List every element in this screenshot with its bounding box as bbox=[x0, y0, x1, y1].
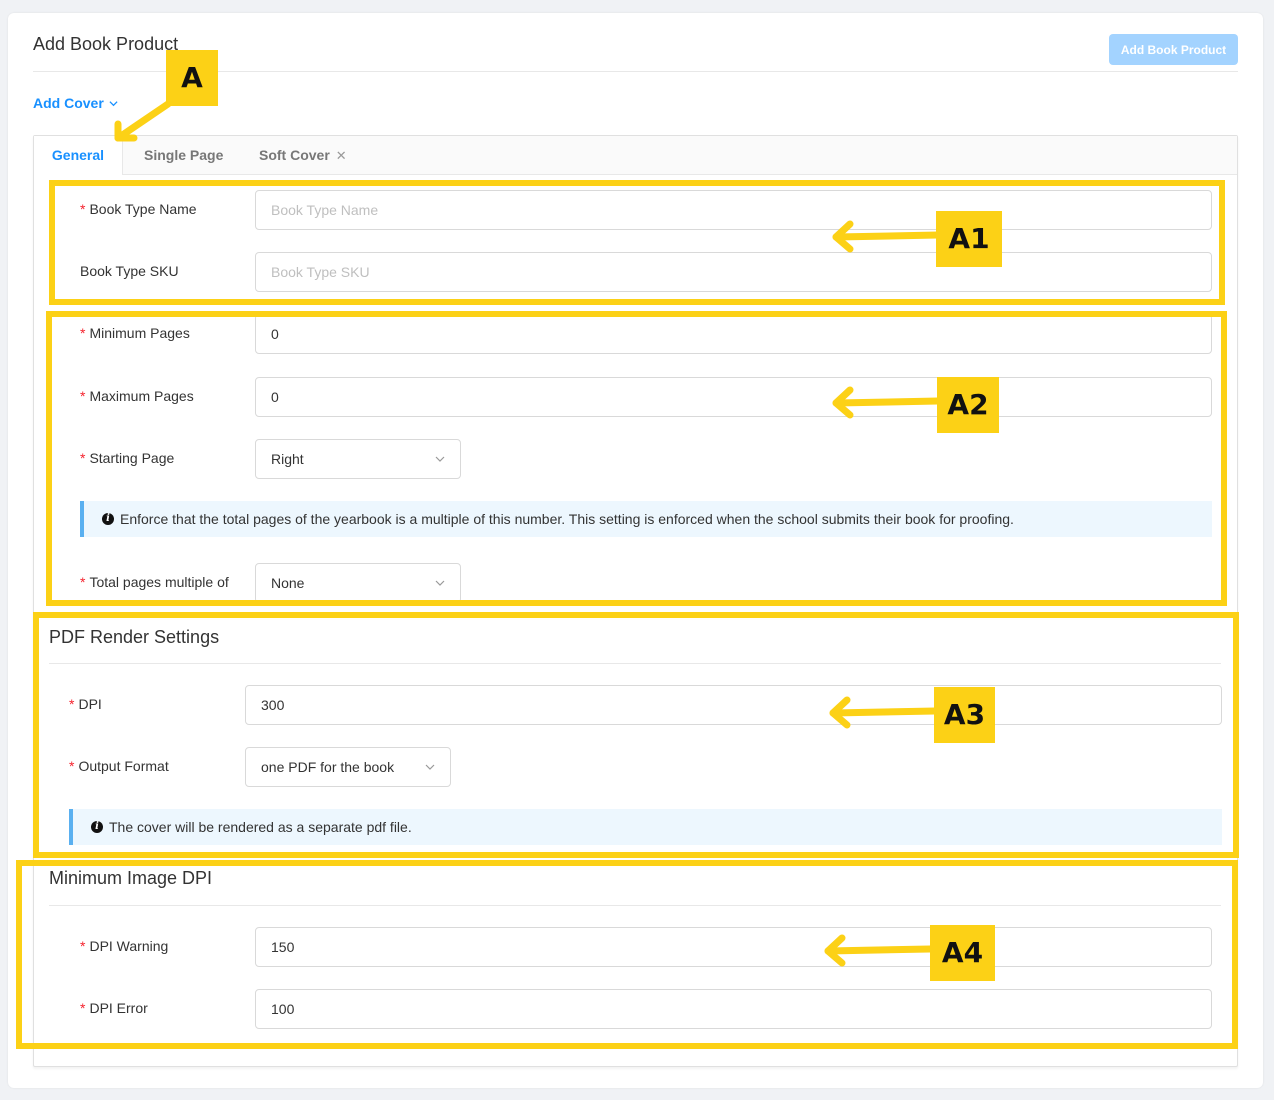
add-book-product-button[interactable]: Add Book Product bbox=[1109, 34, 1238, 65]
highlight-box-a2 bbox=[46, 311, 1227, 606]
tab-label: Soft Cover bbox=[259, 147, 330, 163]
tab-bar: General Single Page Soft Cover ✕ bbox=[34, 136, 1237, 175]
tab-label: General bbox=[51, 147, 105, 163]
page-title: Add Book Product bbox=[33, 34, 179, 54]
close-icon[interactable]: ✕ bbox=[336, 148, 347, 163]
add-cover-dropdown[interactable]: Add Cover bbox=[33, 95, 118, 111]
annotation-tag-a4: A4 bbox=[930, 925, 995, 981]
annotation-tag-a2: A2 bbox=[937, 377, 999, 433]
highlight-box-a3 bbox=[33, 612, 1239, 858]
tab-label: Single Page bbox=[144, 147, 224, 163]
add-cover-label: Add Cover bbox=[33, 95, 104, 111]
chevron-down-icon bbox=[109, 100, 118, 106]
annotation-tag-a: A bbox=[166, 50, 218, 106]
tab-general[interactable]: General bbox=[34, 136, 123, 175]
tab-single-page[interactable]: Single Page bbox=[144, 136, 223, 174]
tab-soft-cover[interactable]: Soft Cover ✕ bbox=[259, 136, 347, 174]
highlight-box-a4 bbox=[16, 860, 1238, 1049]
highlight-box-a1 bbox=[49, 180, 1225, 305]
annotation-tag-a3: A3 bbox=[934, 687, 995, 743]
annotation-tag-a1: A1 bbox=[936, 211, 1002, 267]
